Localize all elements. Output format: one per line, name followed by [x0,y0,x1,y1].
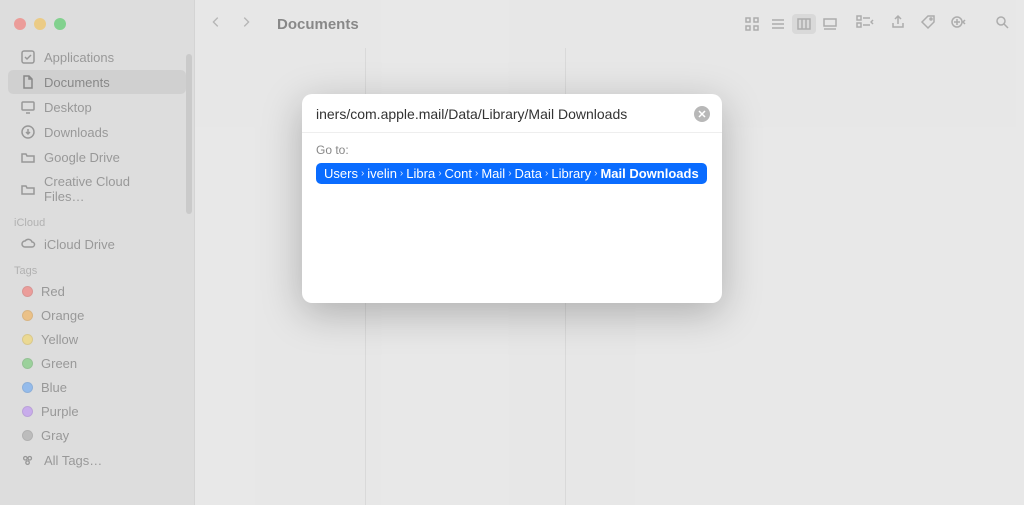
path-segment: Users [324,166,358,181]
clear-input-button[interactable] [694,106,710,122]
chevron-right-icon: › [400,168,403,179]
chevron-right-icon: › [508,168,511,179]
path-segment: Libra [406,166,435,181]
goto-label: Go to: [316,143,708,157]
chevron-right-icon: › [475,168,478,179]
chevron-right-icon: › [361,168,364,179]
path-segment: Data [515,166,542,181]
goto-path-suggestion[interactable]: Users›ivelin›Libra›Cont›Mail›Data›Librar… [316,163,707,184]
chevron-right-icon: › [545,168,548,179]
path-segment: ivelin [367,166,397,181]
chevron-right-icon: › [438,168,441,179]
path-segment: Library [551,166,591,181]
path-segment: Mail Downloads [600,166,698,181]
chevron-right-icon: › [594,168,597,179]
goto-modal-backdrop: iners/com.apple.mail/Data/Library/Mail D… [0,0,1024,505]
goto-path-input[interactable]: iners/com.apple.mail/Data/Library/Mail D… [316,106,686,122]
path-segment: Mail [481,166,505,181]
path-segment: Cont [445,166,472,181]
goto-modal: iners/com.apple.mail/Data/Library/Mail D… [302,94,722,303]
